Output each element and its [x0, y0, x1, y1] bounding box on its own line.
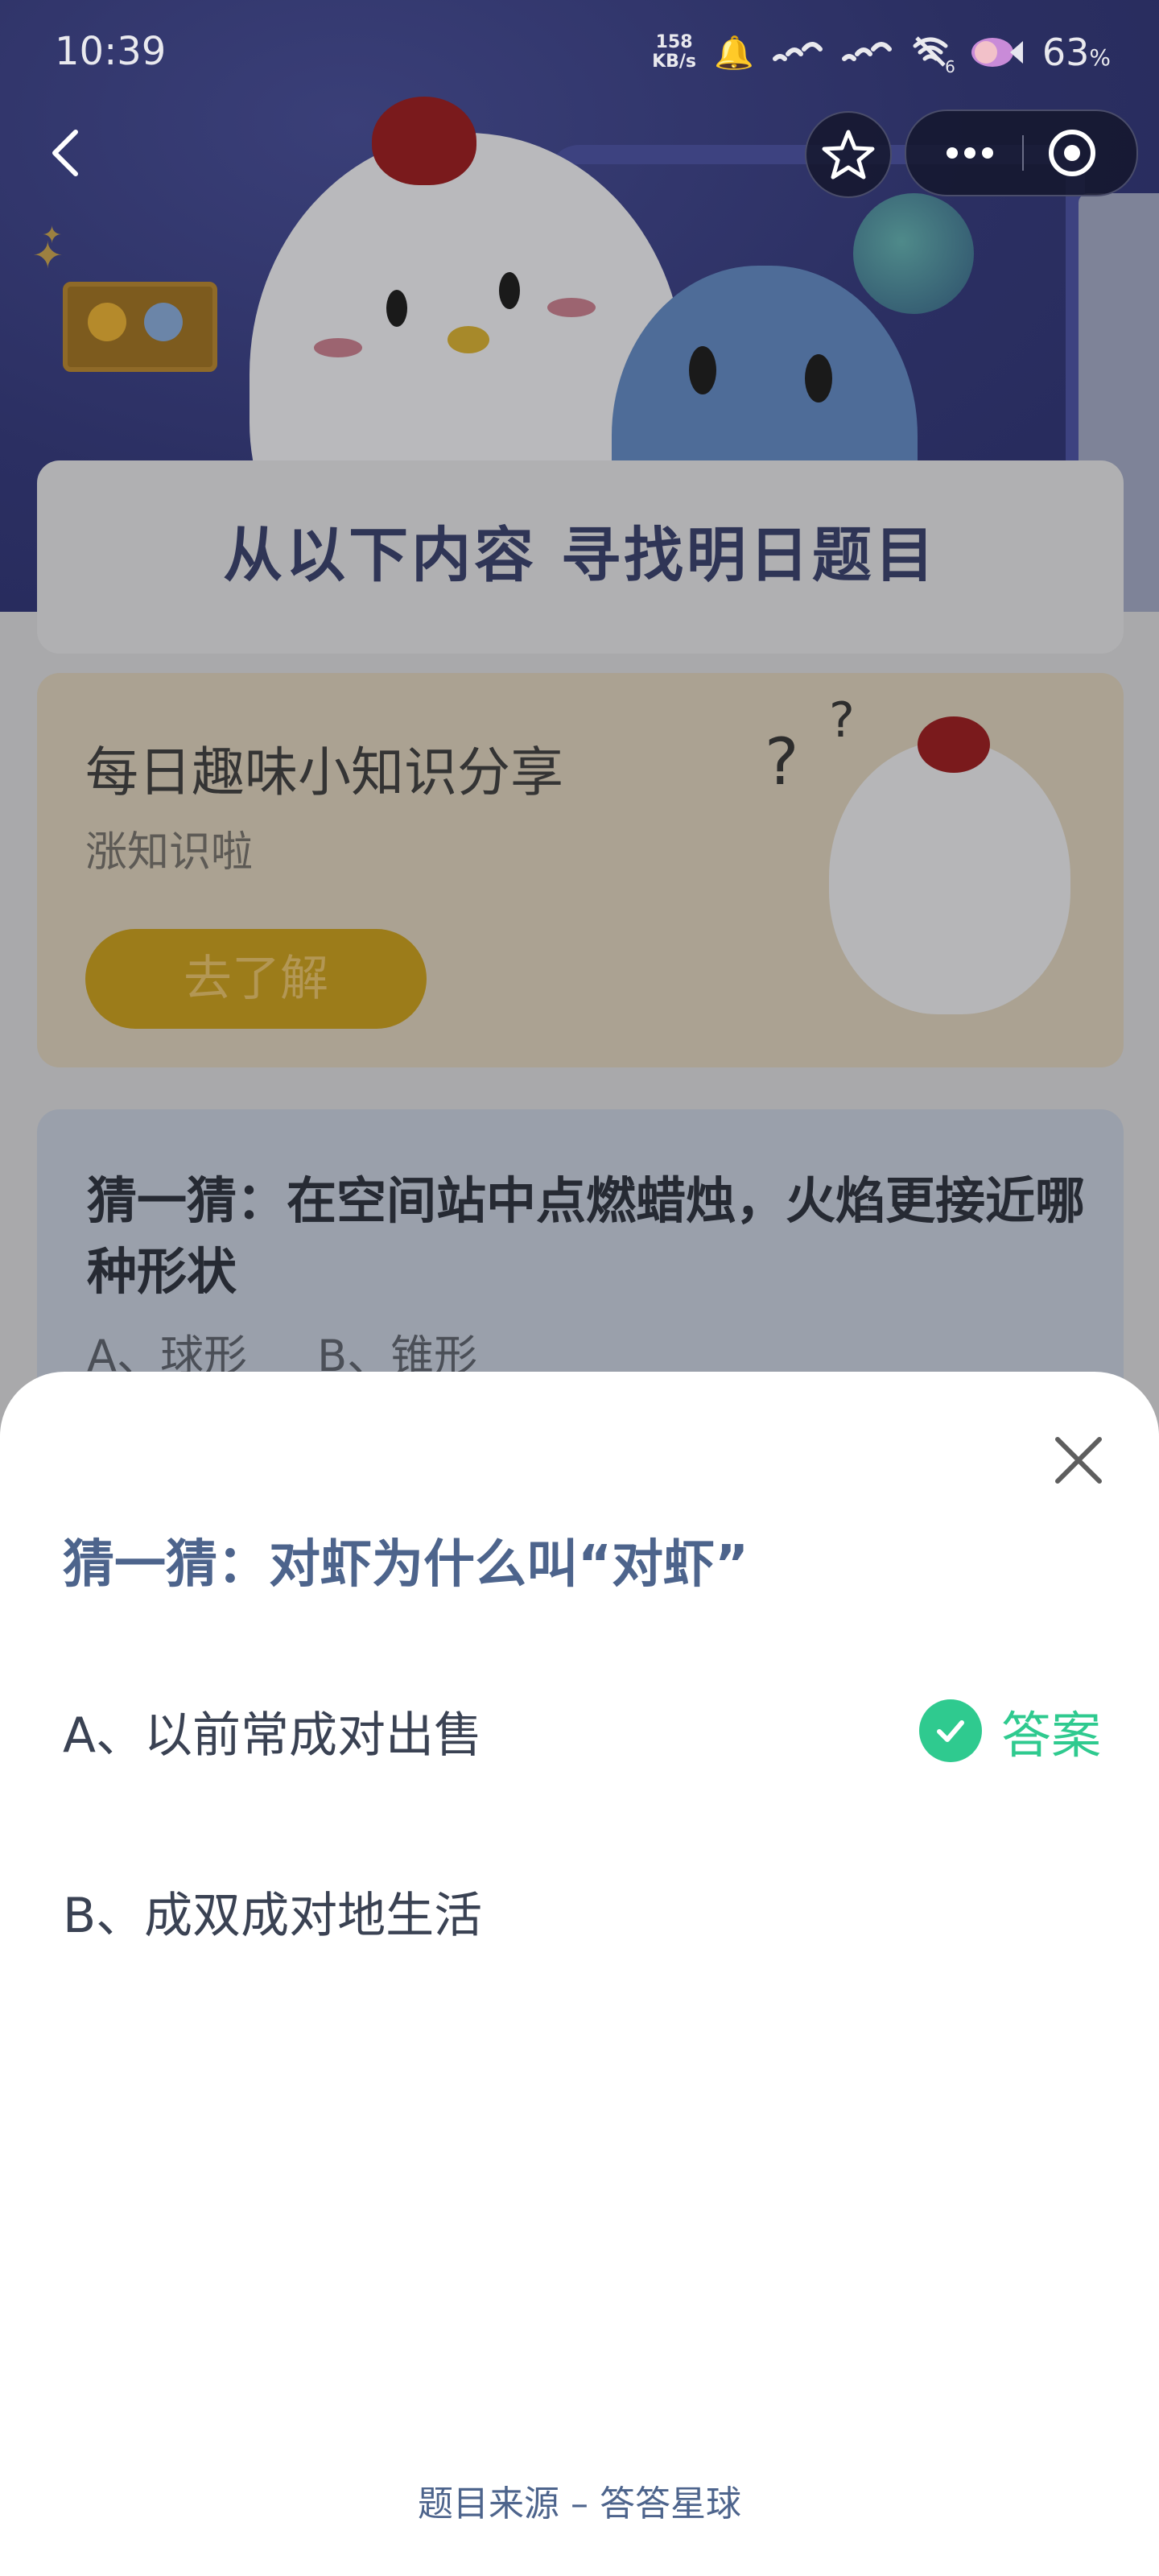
status-icons: 158 KB/s 🔔 6 63% [652, 24, 1111, 80]
question-mark-icon: ? [765, 724, 799, 799]
chicken-cheek [547, 298, 596, 317]
alarm-bell-icon: 🔔 [714, 34, 754, 72]
back-button[interactable] [32, 121, 97, 185]
wifi-sub-label: 6 [945, 57, 955, 76]
target-circle-icon [1049, 130, 1095, 176]
planet-illustration [853, 193, 974, 314]
thinking-chicken-comb [918, 716, 990, 773]
network-speed: 158 KB/s [652, 33, 696, 72]
trivia-subtitle: 涨知识啦 [85, 828, 254, 877]
more-dots-icon [947, 147, 993, 159]
sheet-question-title: 猜一猜：对虾为什么叫“对虾” [63, 1535, 749, 1595]
learn-more-button: 去了解 [85, 929, 427, 1029]
option-b-label: B、成双成对地生活 [63, 1887, 483, 1944]
chicken-beak [448, 326, 489, 353]
wifi-icon: 6 [910, 33, 955, 76]
signal-strength-icon-2 [841, 42, 892, 61]
chicken-comb-illustration [372, 97, 476, 185]
option-a-label: A、以前常成对出售 [63, 1707, 483, 1764]
mini-program-capsule [905, 109, 1138, 196]
status-time: 10:39 [55, 29, 167, 74]
correct-answer-tag: 答案 [918, 1695, 1101, 1767]
signal-strength-icon [772, 42, 823, 61]
trivia-title: 每日趣味小知识分享 [85, 741, 563, 803]
blue-medal-icon [144, 303, 183, 341]
battery-fish-icon [971, 38, 1023, 67]
chicken-cheek [314, 338, 362, 357]
network-speed-unit: KB/s [652, 52, 697, 72]
medal-board-illustration [63, 282, 217, 372]
battery-percent: 63 [1041, 31, 1090, 74]
battery-level: 63% [1042, 31, 1111, 74]
section-title: 从以下内容 寻找明日题目 [223, 521, 938, 590]
alien-eye [805, 354, 832, 402]
favorite-button[interactable] [805, 111, 892, 198]
battery-unit: % [1089, 44, 1111, 71]
quiz-card-question: 猜一猜：在空间站中点燃蜡烛，火焰更接近哪种形状 [87, 1171, 1086, 1301]
question-mark-icon: ? [829, 692, 855, 749]
status-bar: 10:39 158 KB/s 🔔 6 63% [0, 0, 1159, 105]
chicken-eye [386, 290, 407, 327]
star-icon [822, 130, 875, 180]
gold-medal-icon [88, 303, 126, 341]
more-options-button[interactable] [926, 111, 1014, 195]
check-icon [918, 1699, 982, 1762]
thinking-chicken-illustration [829, 741, 1070, 1014]
answer-bottom-sheet: 猜一猜：对虾为什么叫“对虾” A、以前常成对出售 答案 B、成双成对地生活 题目… [0, 1372, 1159, 2576]
sparkle-icon: ✦ [42, 221, 63, 250]
chicken-eye [499, 272, 520, 309]
option-a-row[interactable]: A、以前常成对出售 答案 [63, 1674, 1101, 1787]
option-b-row[interactable]: B、成双成对地生活 [63, 1855, 1101, 1967]
network-speed-value: 158 [655, 32, 693, 52]
question-source: 题目来源 – 答答星球 [418, 2483, 741, 2524]
capsule-divider [1022, 135, 1024, 171]
close-icon [1055, 1437, 1102, 1484]
answer-label: 答案 [1000, 1706, 1101, 1765]
close-button[interactable] [1046, 1428, 1111, 1492]
exit-mini-program-button[interactable] [1043, 124, 1101, 182]
chevron-left-icon [52, 130, 78, 176]
alien-eye [689, 346, 716, 394]
